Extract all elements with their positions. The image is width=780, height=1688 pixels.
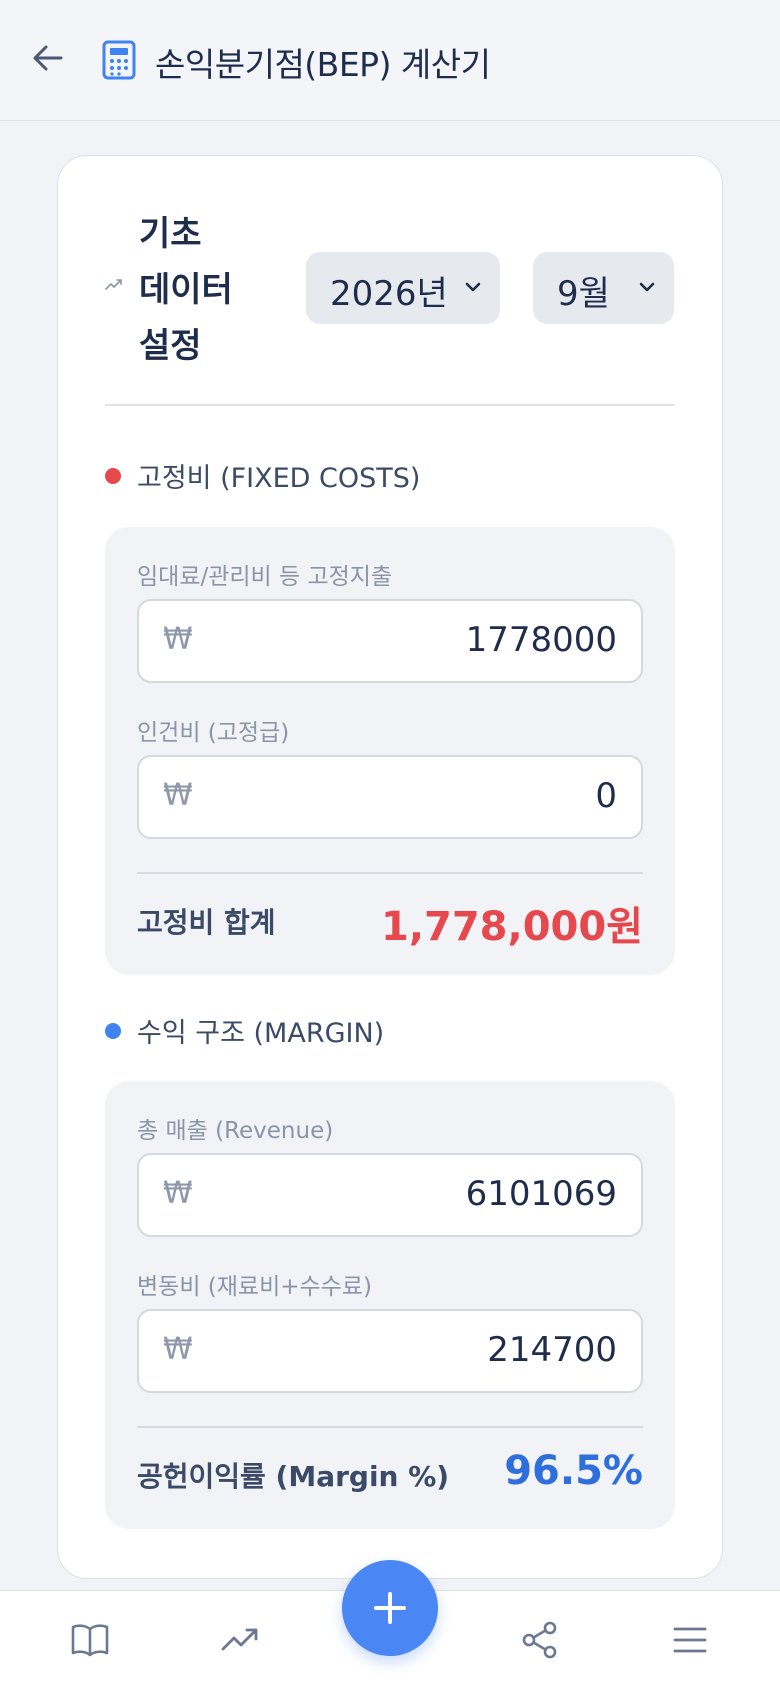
margin-title: 수익 구조 (MARGIN) xyxy=(105,1011,384,1050)
rent-value: 1778000 xyxy=(465,620,617,660)
year-select[interactable]: 2026년 xyxy=(306,252,500,324)
variable-cost-field[interactable]: ₩ 214700 xyxy=(137,1309,643,1393)
chevron-down-icon xyxy=(465,282,481,292)
setup-heading-line: 데이터 xyxy=(139,270,233,310)
fixed-costs-title: 고정비 (FIXED COSTS) xyxy=(105,456,420,495)
revenue-field[interactable]: ₩ 6101069 xyxy=(137,1153,643,1237)
arrow-left-icon xyxy=(33,45,63,71)
labor-label: 인건비 (고정급) xyxy=(137,720,290,746)
fixed-costs-title-text: 고정비 (FIXED COSTS) xyxy=(137,463,421,494)
labor-field[interactable]: ₩ 0 xyxy=(137,755,643,839)
fixed-costs-panel: 임대료/관리비 등 고정지출 ₩ 1778000 인건비 (고정급) ₩ 0 고… xyxy=(105,527,675,975)
margin-rate-label: 공헌이익률 (Margin %) xyxy=(137,1460,450,1493)
trending-up-icon[interactable] xyxy=(219,1619,261,1661)
margin-rate-value: 96.5% xyxy=(504,1448,643,1494)
rent-label: 임대료/관리비 등 고정지출 xyxy=(137,564,393,590)
revenue-label: 총 매출 (Revenue) xyxy=(137,1118,334,1144)
fixed-total-label: 고정비 합계 xyxy=(137,906,276,939)
won-icon: ₩ xyxy=(163,622,193,657)
labor-value: 0 xyxy=(595,776,617,816)
panel-divider xyxy=(137,1426,643,1428)
revenue-value: 6101069 xyxy=(465,1174,617,1214)
page-title: 손익분기점(BEP) 계산기 xyxy=(155,45,491,84)
setup-heading-line: 설정 xyxy=(139,326,202,366)
book-icon[interactable] xyxy=(69,1619,111,1661)
menu-icon[interactable] xyxy=(669,1619,711,1661)
plus-icon xyxy=(374,1592,406,1624)
fixed-total-value: 1,778,000원 xyxy=(380,904,643,950)
red-dot-icon xyxy=(105,467,121,484)
year-value: 2026년 xyxy=(330,274,448,314)
month-value: 9월 xyxy=(557,274,610,314)
panel-divider xyxy=(137,872,643,874)
trending-up-icon xyxy=(105,279,122,290)
won-icon: ₩ xyxy=(163,778,193,813)
won-icon: ₩ xyxy=(163,1332,193,1367)
month-select[interactable]: 9월 xyxy=(533,252,674,324)
setup-heading: 기초 데이터 설정 xyxy=(139,206,289,374)
app-header: 손익분기점(BEP) 계산기 xyxy=(0,0,780,121)
won-icon: ₩ xyxy=(163,1176,193,1211)
bep-card: 기초 데이터 설정 2026년 9월 고정비 (FIXED COSTS) 임대료… xyxy=(57,155,723,1579)
add-button[interactable] xyxy=(342,1560,438,1656)
margin-panel: 총 매출 (Revenue) ₩ 6101069 변동비 (재료비+수수료) ₩… xyxy=(105,1081,675,1529)
chevron-down-icon xyxy=(639,282,655,292)
rent-field[interactable]: ₩ 1778000 xyxy=(137,599,643,683)
blue-dot-icon xyxy=(105,1022,121,1039)
calculator-icon xyxy=(102,40,136,80)
margin-title-text: 수익 구조 (MARGIN) xyxy=(137,1018,385,1049)
variable-cost-label: 변동비 (재료비+수수료) xyxy=(137,1274,372,1300)
share-icon[interactable] xyxy=(519,1619,561,1661)
variable-cost-value: 214700 xyxy=(487,1330,617,1370)
setup-heading-line: 기초 xyxy=(139,214,202,254)
back-button[interactable] xyxy=(30,40,66,76)
setup-row: 기초 데이터 설정 2026년 9월 xyxy=(58,156,724,406)
divider xyxy=(105,404,675,406)
